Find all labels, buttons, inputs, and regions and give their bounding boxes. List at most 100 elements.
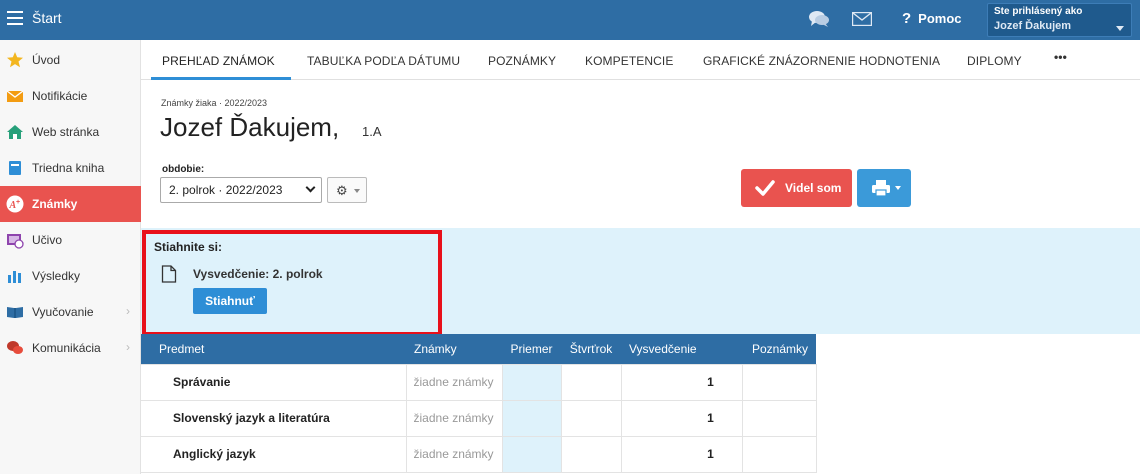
column-header-average[interactable]: Priemer: [502, 334, 561, 364]
seen-button[interactable]: Videl som: [741, 169, 852, 207]
sidebar-item-vysledky[interactable]: Výsledky: [0, 258, 141, 294]
column-header-subject[interactable]: Predmet: [141, 334, 406, 364]
document-icon: [161, 265, 177, 283]
user-name: Jozef Ďakujem: [994, 20, 1072, 32]
report-grade-cell: 1: [620, 363, 743, 401]
sidebar-item-uvod[interactable]: Úvod: [0, 42, 141, 78]
sidebar-item-label: Úvod: [32, 53, 61, 67]
period-value: 2. polrok · 2022/2023: [169, 183, 283, 197]
student-class: 1.A: [362, 124, 382, 139]
curriculum-icon: [7, 234, 24, 249]
column-header-grades[interactable]: Známky: [406, 334, 502, 364]
notes-cell: [741, 399, 817, 437]
grade-icon: A +: [6, 195, 24, 213]
tab-prehlad-znamok[interactable]: PREHĽAD ZNÁMOK: [162, 54, 275, 68]
open-book-icon: [7, 307, 23, 318]
sidebar-item-label: Web stránka: [32, 125, 100, 139]
quarter-cell: [560, 399, 622, 437]
envelope-icon: [6, 90, 24, 102]
grades-cell: žiadne známky: [405, 363, 503, 401]
chevron-down-icon: [305, 182, 316, 193]
help-label: Pomoc: [918, 11, 962, 26]
sidebar-item-label: Známky: [32, 197, 78, 211]
grades-table: Predmet Známky Priemer Štvrťrok Vysvedče…: [141, 334, 817, 473]
subject-cell[interactable]: Anglický jazyk: [141, 435, 407, 473]
caret-down-icon: [354, 189, 360, 193]
user-label: Ste prihlásený ako: [994, 6, 1083, 17]
more-tabs-icon[interactable]: •••: [1054, 50, 1067, 64]
average-cell: [501, 363, 562, 401]
sidebar-item-label: Komunikácia: [32, 341, 101, 355]
quarter-cell: [560, 363, 622, 401]
top-bar: Štart ? Pomoc Ste prihlásený ako Jozef Ďa…: [0, 0, 1140, 40]
sidebar-item-label: Notifikácie: [32, 89, 88, 103]
sidebar-item-vyucovanie[interactable]: Vyučovanie ›: [0, 294, 141, 330]
student-name: Jozef Ďakujem,: [160, 112, 340, 142]
column-header-quarter[interactable]: Štvrťrok: [561, 334, 621, 364]
download-button[interactable]: Stiahnuť: [193, 288, 267, 314]
sidebar-item-znamky[interactable]: A + Známky: [0, 186, 141, 222]
tab-kompetencie[interactable]: KOMPETENCIE: [585, 54, 673, 68]
download-file-name: Vysvedčenie: 2. polrok: [193, 267, 323, 281]
bar-chart-icon: [8, 271, 21, 283]
sidebar-item-komunikacia[interactable]: Komunikácia ›: [0, 330, 141, 366]
tab-bar: PREHĽAD ZNÁMOK TABUĽKA PODĽA DÁTUMU POZN…: [141, 40, 1140, 80]
book-icon: [9, 161, 21, 175]
column-header-notes[interactable]: Poznámky: [742, 334, 816, 364]
sidebar-item-web-stranka[interactable]: Web stránka: [0, 114, 141, 150]
grades-cell: žiadne známky: [405, 399, 503, 437]
average-cell: [501, 399, 562, 437]
caret-down-icon: [895, 186, 901, 190]
table-header-row: Predmet Známky Priemer Štvrťrok Vysvedče…: [141, 334, 816, 364]
settings-dropdown-button[interactable]: ⚙: [327, 177, 367, 203]
chevron-right-icon: ›: [126, 304, 130, 318]
active-tab-indicator: [151, 77, 291, 80]
chevron-down-icon: [1116, 26, 1124, 31]
sidebar: Úvod Notifikácie Web stránka Triedna kni…: [0, 40, 141, 474]
tab-diplomy[interactable]: DIPLOMY: [967, 54, 1022, 68]
sidebar-item-label: Vyučovanie: [32, 305, 94, 319]
seen-button-label: Videl som: [785, 181, 842, 195]
sidebar-item-triedna-kniha[interactable]: Triedna kniha: [0, 150, 141, 186]
subject-cell[interactable]: Správanie: [141, 363, 407, 401]
sidebar-item-ucivo[interactable]: Učivo: [0, 222, 141, 258]
hamburger-menu-icon[interactable]: [7, 11, 23, 25]
period-label: obdobie:: [162, 164, 205, 175]
table-row: Správanie žiadne známky 1: [141, 363, 817, 401]
report-grade-cell: 1: [620, 399, 743, 437]
tab-tabulka-podla-datumu[interactable]: TABUĽKA PODĽA DÁTUMU: [307, 54, 460, 68]
star-icon: [7, 52, 23, 68]
chat-bubbles-icon: [7, 341, 23, 354]
tab-poznamky[interactable]: POZNÁMKY: [488, 54, 556, 68]
question-icon: ?: [902, 10, 912, 27]
grades-cell: žiadne známky: [405, 435, 503, 473]
mail-icon[interactable]: [852, 12, 872, 26]
table-row: Anglický jazyk žiadne známky 1: [141, 435, 817, 473]
chevron-right-icon: ›: [126, 340, 130, 354]
gear-icon: ⚙: [336, 183, 348, 198]
table-row: Slovenský jazyk a literatúra žiadne znám…: [141, 399, 817, 437]
app-title[interactable]: Štart: [32, 10, 62, 26]
column-header-report[interactable]: Vysvedčenie: [621, 334, 742, 364]
printer-icon: [872, 180, 890, 197]
period-select[interactable]: 2. polrok · 2022/2023: [160, 177, 322, 203]
sidebar-item-label: Výsledky: [32, 269, 81, 283]
subject-cell[interactable]: Slovenský jazyk a literatúra: [141, 399, 407, 437]
svg-text:+: +: [16, 199, 20, 206]
notes-cell: [741, 435, 817, 473]
help-link[interactable]: ? Pomoc: [902, 10, 962, 27]
notes-cell: [741, 363, 817, 401]
quarter-cell: [560, 435, 622, 473]
print-button[interactable]: [857, 169, 911, 207]
report-grade-cell: 1: [620, 435, 743, 473]
home-icon: [7, 125, 23, 139]
sidebar-item-label: Triedna kniha: [32, 161, 105, 175]
sidebar-item-notifikacie[interactable]: Notifikácie: [0, 78, 141, 114]
user-menu[interactable]: Ste prihlásený ako Jozef Ďakujem: [987, 3, 1132, 37]
tab-graficke-znazornenie[interactable]: GRAFICKÉ ZNÁZORNENIE HODNOTENIA: [703, 54, 940, 68]
download-title: Stiahnite si:: [154, 240, 223, 254]
sidebar-item-label: Učivo: [32, 233, 63, 247]
page-subtitle: Známky žiaka · 2022/2023: [161, 98, 268, 108]
chat-icon[interactable]: [808, 9, 830, 29]
check-icon: [755, 180, 775, 196]
